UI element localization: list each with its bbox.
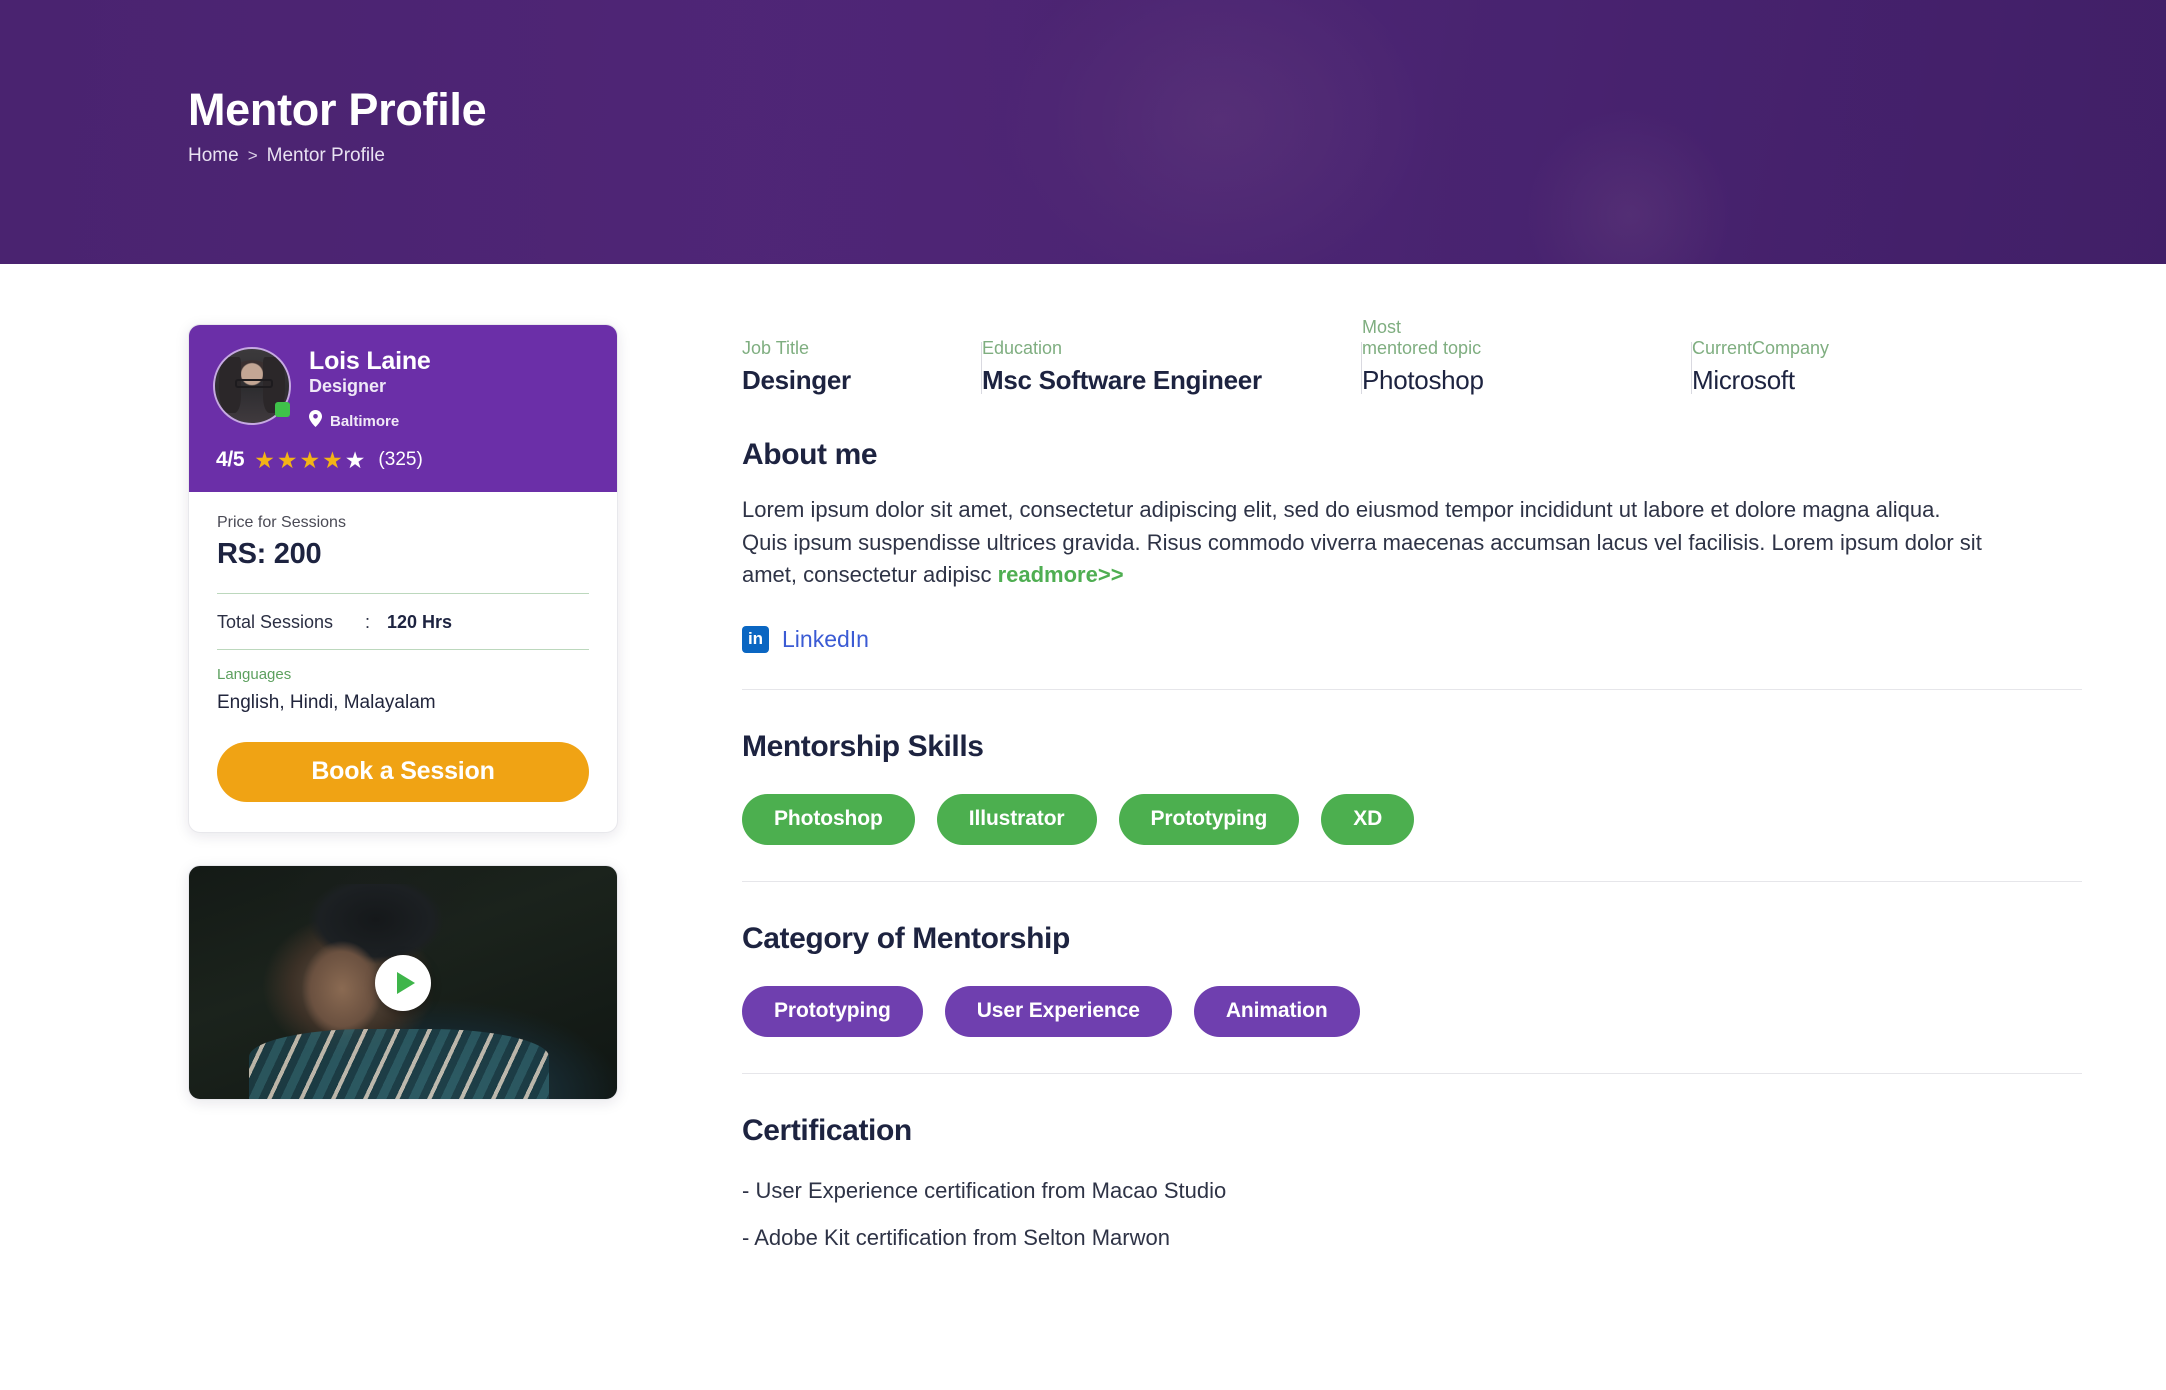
banner-content: Mentor Profile Home > Mentor Profile — [188, 84, 487, 167]
star-filled-icon: ★ — [254, 446, 275, 473]
stats-strip: Job Title Desinger Education Msc Softwar… — [742, 317, 2102, 396]
category-list: Prototyping User Experience Animation — [742, 985, 2102, 1037]
certification-item: - Adobe Kit certification from Selton Ma… — [742, 1224, 1170, 1250]
total-sessions-value: 120 Hrs — [387, 612, 453, 632]
breadcrumb-separator-icon: > — [247, 146, 258, 166]
online-status-indicator — [275, 402, 290, 417]
languages-value: English, Hindi, Malayalam — [217, 692, 436, 713]
section-divider — [742, 688, 2082, 690]
mentor-location: Baltimore — [330, 412, 400, 430]
profile-card-header: Lois Laine Designer Baltimore 4/5 ★ ★ ★ … — [189, 325, 617, 492]
stat-job-title: Job Title Desinger — [742, 338, 982, 396]
stat-education: Education Msc Software Engineer — [982, 338, 1362, 396]
certification-title: Certification — [742, 1113, 912, 1147]
skill-pill[interactable]: Illustrator — [936, 793, 1097, 845]
left-column: Lois Laine Designer Baltimore 4/5 ★ ★ ★ … — [188, 324, 648, 1268]
profile-card: Lois Laine Designer Baltimore 4/5 ★ ★ ★ … — [188, 324, 618, 833]
star-filled-icon: ★ — [276, 446, 298, 473]
mentor-role: Designer — [309, 376, 387, 396]
breadcrumb-home[interactable]: Home — [188, 145, 239, 167]
about-title: About me — [742, 438, 878, 471]
page-content: Lois Laine Designer Baltimore 4/5 ★ ★ ★ … — [0, 264, 2166, 1268]
about-text: Lorem ipsum dolor sit amet, consectetur … — [742, 497, 1982, 588]
page-banner: Mentor Profile Home > Mentor Profile — [0, 0, 2166, 264]
linkedin-link[interactable]: in LinkedIn — [742, 625, 869, 653]
about-text-block: Lorem ipsum dolor sit amet, consectetur … — [742, 494, 1982, 592]
rating-count: (325) — [378, 449, 423, 470]
rating-row: 4/5 ★ ★ ★ ★ ★ (325) — [213, 448, 593, 472]
category-of-mentorship-title: Category of Mentorship — [742, 921, 1070, 955]
right-column: Job Title Desinger Education Msc Softwar… — [742, 317, 2102, 1268]
profile-identity: Lois Laine Designer Baltimore — [309, 347, 431, 432]
category-of-mentorship-section: Category of Mentorship Prototyping User … — [742, 922, 2102, 1074]
avatar-glasses — [235, 379, 273, 388]
stat-value: Desinger — [742, 365, 851, 395]
stat-label: Most mentored topic — [1362, 316, 1482, 358]
mentorship-skills-list: Photoshop Illustrator Prototyping XD — [742, 793, 2102, 845]
total-sessions-colon: : — [365, 612, 371, 632]
page-title: Mentor Profile — [188, 84, 487, 135]
category-pill[interactable]: Prototyping — [742, 985, 923, 1037]
breadcrumb-current: Mentor Profile — [266, 145, 385, 167]
stat-value: Msc Software Engineer — [982, 365, 1262, 395]
linkedin-label: LinkedIn — [782, 625, 869, 652]
stat-label: CurrentCompany — [1692, 337, 1830, 358]
intro-video-thumbnail[interactable] — [188, 865, 618, 1100]
video-subject-shirt — [249, 1029, 549, 1099]
mentorship-skills-title: Mentorship Skills — [742, 729, 984, 763]
languages-label: Languages — [217, 666, 292, 683]
section-divider — [742, 1072, 2082, 1074]
map-pin-icon — [309, 410, 322, 432]
certification-list: - User Experience certification from Mac… — [742, 1174, 2102, 1255]
price-label: Price for Sessions — [217, 514, 346, 531]
book-a-session-button[interactable]: Book a Session — [217, 742, 589, 802]
star-filled-icon: ★ — [299, 446, 321, 473]
category-pill[interactable]: User Experience — [944, 985, 1172, 1037]
about-section: About me Lorem ipsum dolor sit amet, con… — [742, 438, 2102, 690]
profile-card-body: Price for Sessions RS: 200 Total Session… — [189, 492, 617, 832]
stat-value: Photoshop — [1362, 365, 1484, 395]
skill-pill[interactable]: XD — [1321, 793, 1415, 845]
star-empty-icon: ★ — [344, 446, 366, 473]
divider — [217, 649, 589, 650]
location-row: Baltimore — [309, 410, 431, 432]
certification-section: Certification - User Experience certific… — [742, 1114, 2102, 1255]
play-icon — [397, 971, 415, 994]
stat-label: Job Title — [742, 337, 810, 358]
stat-most-mentored-topic: Most mentored topic Photoshop — [1362, 317, 1692, 396]
stat-value: Microsoft — [1692, 365, 1795, 395]
skill-pill[interactable]: Prototyping — [1118, 793, 1300, 845]
certification-item: - User Experience certification from Mac… — [742, 1177, 1227, 1203]
linkedin-icon: in — [742, 625, 769, 653]
avatar-wrapper — [213, 347, 291, 425]
total-sessions-row: Total Sessions : 120 Hrs — [217, 594, 589, 649]
category-pill[interactable]: Animation — [1193, 985, 1360, 1037]
section-divider — [742, 880, 2082, 882]
total-sessions-label: Total Sessions — [217, 612, 334, 632]
skill-pill[interactable]: Photoshop — [742, 793, 915, 845]
mentorship-skills-section: Mentorship Skills Photoshop Illustrator … — [742, 730, 2102, 882]
mentor-name: Lois Laine — [309, 347, 431, 375]
breadcrumb: Home > Mentor Profile — [188, 145, 486, 167]
rating-value: 4/5 — [216, 448, 245, 471]
stat-label: Education — [982, 337, 1063, 358]
star-rating: ★ ★ ★ ★ ★ — [254, 446, 366, 473]
play-button[interactable] — [375, 954, 431, 1011]
price-value: RS: 200 — [217, 538, 322, 570]
readmore-link[interactable]: readmore>> — [998, 562, 1124, 587]
star-filled-icon: ★ — [322, 446, 343, 473]
stat-current-company: CurrentCompany Microsoft — [1692, 338, 1992, 396]
